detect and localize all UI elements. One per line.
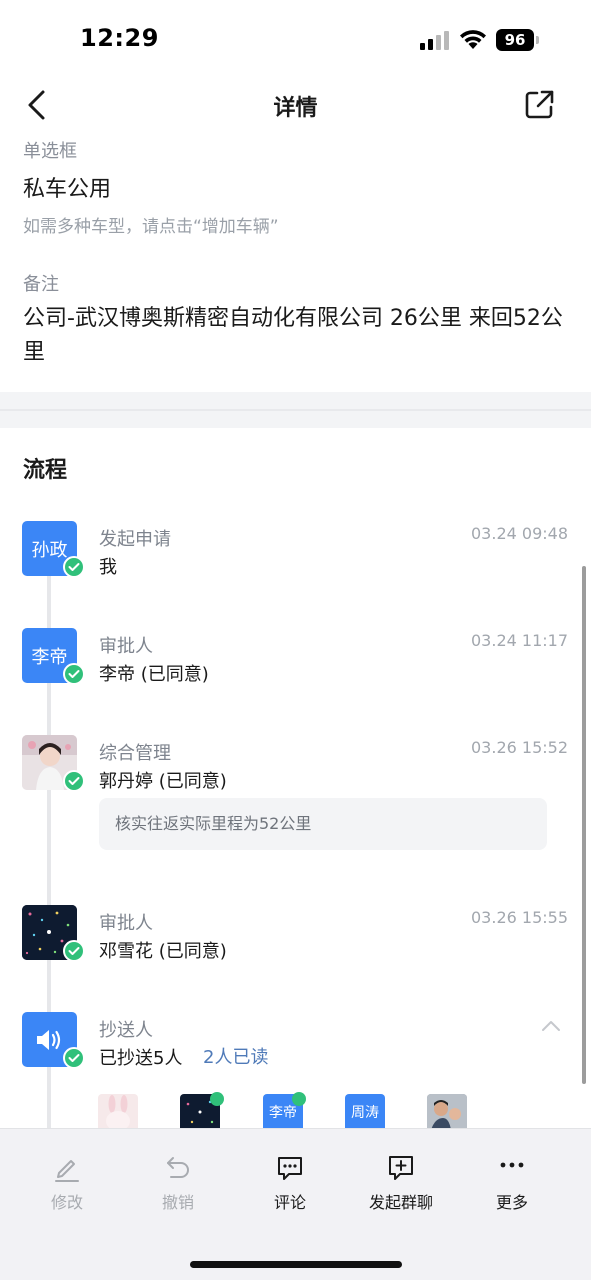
revoke-label: 撤销 — [161, 1193, 194, 1212]
status-time: 12:29 — [80, 24, 159, 52]
pencil-icon — [55, 1160, 79, 1182]
wifi-icon — [460, 30, 486, 49]
radio-field-value: 私车公用 — [23, 177, 112, 202]
cc-avatar[interactable] — [98, 1094, 138, 1130]
read-status-link[interactable]: 2人已读 — [203, 1043, 268, 1069]
step-time: 03.24 09:48 — [471, 524, 568, 543]
radio-field-hint: 如需多种车型，请点击“增加车辆” — [23, 217, 279, 237]
edit-label: 修改 — [50, 1193, 83, 1212]
step-name: 我 — [99, 557, 117, 578]
approved-check-icon — [63, 663, 85, 685]
step-name: 邓雪花 (已同意) — [99, 941, 227, 962]
avatar-text: 李帝 — [31, 646, 68, 668]
cc-avatar-text: 李帝 — [269, 1105, 297, 1121]
approved-check-icon — [63, 770, 85, 792]
step-role: 审批人 — [99, 913, 153, 934]
cc-avatar-text: 周涛 — [351, 1105, 379, 1121]
speaker-icon — [36, 1029, 60, 1050]
more-dots-icon — [500, 1162, 524, 1168]
status-bar: 12:29 96 — [0, 0, 591, 80]
step-name: 郭丹婷 (已同意) — [99, 771, 227, 792]
step-name: 李帝 (已同意) — [99, 664, 209, 685]
step-time: 03.26 15:52 — [471, 738, 568, 757]
home-indicator — [190, 1261, 402, 1268]
group-chat-button[interactable]: 发起群聊 — [353, 1129, 449, 1225]
step-role: 抄送人 — [99, 1020, 153, 1041]
read-check-icon — [210, 1092, 224, 1106]
radio-field-label: 单选框 — [23, 141, 77, 162]
scrollbar[interactable] — [582, 566, 586, 1084]
approved-check-icon — [63, 1047, 85, 1069]
cc-avatar[interactable] — [427, 1094, 467, 1130]
divider-line — [0, 409, 591, 411]
approved-check-icon — [63, 940, 85, 962]
comment-icon — [278, 1157, 302, 1180]
step-role: 综合管理 — [99, 743, 171, 764]
step-role: 发起申请 — [99, 529, 171, 550]
approved-check-icon — [63, 556, 85, 578]
group-chat-label: 发起群聊 — [368, 1193, 433, 1212]
user-photo-icon — [427, 1094, 467, 1130]
more-label: 更多 — [495, 1193, 528, 1212]
approval-comment: 核实往返实际里程为52公里 — [99, 798, 547, 850]
add-chat-icon — [389, 1156, 413, 1180]
more-button[interactable]: 更多 — [464, 1129, 560, 1225]
process-title: 流程 — [23, 458, 68, 483]
battery-tip — [536, 36, 539, 44]
avatar-text: 孙政 — [31, 539, 68, 561]
remark-value: 公司-武汉博奥斯精密自动化有限公司 26公里 来回52公里 — [23, 306, 563, 365]
edit-button[interactable]: 修改 — [19, 1129, 115, 1225]
bottom-toolbar: 修改 撤销 评论 发起群聊 更多 — [0, 1128, 591, 1280]
cc-avatar[interactable]: 周涛 — [345, 1094, 385, 1130]
remark-label: 备注 — [23, 274, 59, 295]
page-title: 详情 — [273, 96, 318, 121]
step-role: 审批人 — [99, 636, 153, 657]
step-time: 03.24 11:17 — [471, 631, 568, 650]
cellular-signal-icon — [420, 30, 450, 50]
step-time: 03.26 15:55 — [471, 908, 568, 927]
comment-label: 评论 — [273, 1193, 306, 1212]
battery-indicator: 96 — [496, 29, 534, 51]
undo-icon — [167, 1157, 189, 1178]
chevron-up-icon[interactable] — [540, 1018, 562, 1034]
cc-count: 已抄送5人 — [99, 1048, 183, 1069]
bunny-icon — [106, 1095, 130, 1130]
comment-button[interactable]: 评论 — [242, 1129, 338, 1225]
read-check-icon — [292, 1092, 306, 1106]
share-icon[interactable] — [522, 88, 556, 122]
revoke-button[interactable]: 撤销 — [130, 1129, 226, 1225]
